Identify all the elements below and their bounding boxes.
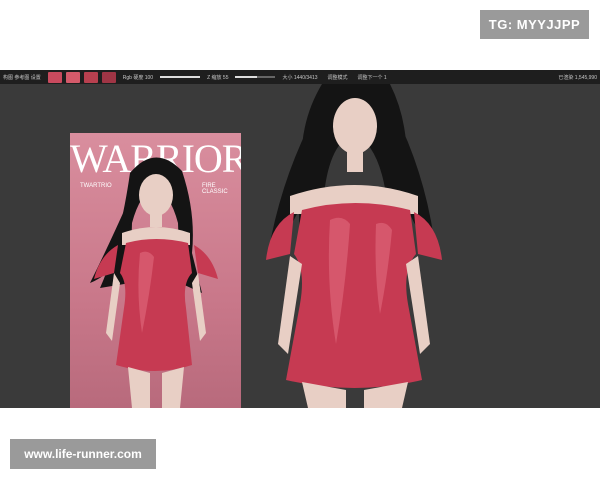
hardness-label: Rgb 硬度 100 — [122, 74, 154, 81]
editor-canvas[interactable]: WARRIORE TWARTRIO FIRE CLASSIC — [0, 84, 600, 408]
zoom-slider[interactable] — [235, 76, 276, 78]
main-render-figure — [266, 84, 442, 408]
zoom-label: Z 缩放 55 — [207, 74, 229, 81]
reference-poster: WARRIORE TWARTRIO FIRE CLASSIC — [70, 133, 241, 408]
mode-label[interactable]: 调整模式 — [325, 74, 351, 81]
color-swatch-2[interactable] — [65, 71, 80, 83]
poster-figure — [90, 157, 218, 408]
color-swatch-1[interactable] — [47, 71, 62, 83]
image-editor-window: 构图 参考图 设置 Rgb 硬度 100 Z 缩放 55 大小 1440/341… — [0, 70, 600, 408]
zoom-slider-fill — [235, 76, 258, 78]
render-counter: 已渲染 1,545,990 — [558, 74, 597, 81]
top-toolbar: 构图 参考图 设置 Rgb 硬度 100 Z 缩放 55 大小 1440/341… — [0, 70, 600, 84]
next-label[interactable]: 调整下一个 1 — [355, 74, 390, 81]
canvas-size-label: 大小 1440/3413 — [282, 74, 318, 81]
hardness-slider-fill — [160, 76, 201, 78]
toolbar-menu-text[interactable]: 构图 参考图 设置 — [0, 74, 44, 81]
color-swatch-4[interactable] — [101, 71, 116, 83]
color-swatch-3[interactable] — [83, 71, 98, 83]
site-watermark: www.life-runner.com — [10, 439, 156, 469]
hardness-slider[interactable] — [160, 76, 201, 78]
tg-watermark: TG: MYYJJPP — [480, 10, 589, 39]
